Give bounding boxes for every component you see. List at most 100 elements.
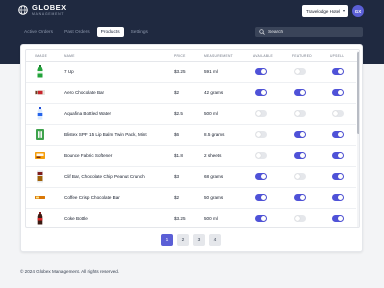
chocolate-bar-icon <box>35 90 45 95</box>
toggle-knob <box>300 195 305 200</box>
upsell-toggle[interactable] <box>332 173 344 180</box>
toggle-knob <box>338 132 343 137</box>
search-box[interactable] <box>255 27 363 37</box>
product-price: $2 <box>174 195 180 200</box>
table-row[interactable]: Aquafina Bottled Water $2.5 500 ml <box>26 104 356 125</box>
column-header-name: NAME <box>64 54 75 58</box>
page-button-1[interactable]: 1 <box>161 234 173 246</box>
upsell-toggle[interactable] <box>332 152 344 159</box>
product-price: $2 <box>174 90 180 95</box>
table-row[interactable]: Aero Chocolate Bar $2 42 grams <box>26 83 356 104</box>
featured-toggle[interactable] <box>294 152 306 159</box>
product-measurement: 8.5 grams <box>204 132 225 137</box>
column-header-featured: FEATURED <box>292 54 312 58</box>
fabric-softener-icon <box>35 152 45 159</box>
available-toggle[interactable] <box>255 152 267 159</box>
hotel-select-value: Travelodge Hotel <box>306 8 341 14</box>
search-icon <box>259 29 265 35</box>
scrollbar-thumb[interactable] <box>357 52 359 134</box>
table-row[interactable]: Coffee Crisp Chocolate Bar $2 50 grams <box>26 188 356 209</box>
brand[interactable]: GLOBEX MANAGEMENT <box>18 4 67 16</box>
available-toggle[interactable] <box>255 89 267 96</box>
lip-balm-icon <box>36 129 44 140</box>
upsell-toggle[interactable] <box>332 131 344 138</box>
toggle-knob <box>338 216 343 221</box>
product-name: Blistex SPF 15 Lip Balm Twin Pack, Mint <box>64 132 147 137</box>
avatar[interactable]: GX <box>352 5 364 17</box>
product-price: $6 <box>174 132 180 137</box>
product-measurement: 591 ml <box>204 69 218 74</box>
tab-active-orders[interactable]: Active Orders <box>20 27 57 37</box>
toggle-knob <box>261 174 266 179</box>
featured-toggle[interactable] <box>294 131 306 138</box>
featured-toggle[interactable] <box>294 89 306 96</box>
toggle-knob <box>300 153 305 158</box>
toggle-knob <box>256 132 261 137</box>
hotel-select[interactable]: Travelodge Hotel ▾ <box>302 5 348 17</box>
toggle-knob <box>295 216 300 221</box>
wafer-bar-icon <box>35 196 45 199</box>
search-input[interactable] <box>268 29 358 35</box>
toggle-knob <box>295 69 300 74</box>
upsell-toggle[interactable] <box>332 68 344 75</box>
available-toggle[interactable] <box>255 215 267 222</box>
product-name: Clif Bar, Chocolate Chip Peanut Crunch <box>64 174 145 179</box>
available-toggle[interactable] <box>255 194 267 201</box>
product-price: $3.25 <box>174 69 186 74</box>
table-scrollbar[interactable] <box>357 51 359 227</box>
7up-bottle-icon <box>37 65 43 78</box>
toggle-knob <box>261 216 266 221</box>
available-toggle[interactable] <box>255 110 267 117</box>
page-button-3[interactable]: 3 <box>193 234 205 246</box>
column-header-upsell: UPSELL <box>330 54 345 58</box>
featured-toggle[interactable] <box>294 194 306 201</box>
products-card: IMAGE NAME PRICE MEASUREMENT AVAILABLE F… <box>20 44 363 252</box>
toggle-knob <box>295 111 300 116</box>
product-measurement: 500 ml <box>204 111 218 116</box>
featured-toggle[interactable] <box>294 215 306 222</box>
column-header-measurement: MEASUREMENT <box>204 54 233 58</box>
table-row[interactable]: Bounce Fabric Softener $1.8 2 sheets <box>26 146 356 167</box>
featured-toggle[interactable] <box>294 68 306 75</box>
product-measurement: 2 sheets <box>204 153 222 158</box>
page-button-4[interactable]: 4 <box>209 234 221 246</box>
tab-settings[interactable]: Settings <box>127 27 152 37</box>
toggle-knob <box>261 90 266 95</box>
product-measurement: 42 grams <box>204 90 224 95</box>
product-name: 7 Up <box>64 69 74 74</box>
toggle-knob <box>338 195 343 200</box>
column-header-price: PRICE <box>174 54 186 58</box>
brand-name: GLOBEX <box>32 3 67 12</box>
tab-past-orders[interactable]: Past Orders <box>60 27 94 37</box>
upsell-toggle[interactable] <box>332 89 344 96</box>
toggle-knob <box>338 69 343 74</box>
upsell-toggle[interactable] <box>332 194 344 201</box>
toggle-knob <box>295 174 300 179</box>
toggle-knob <box>338 153 343 158</box>
toggle-knob <box>261 69 266 74</box>
table-row[interactable]: 7 Up $3.25 591 ml <box>26 62 356 83</box>
available-toggle[interactable] <box>255 131 267 138</box>
featured-toggle[interactable] <box>294 173 306 180</box>
upsell-toggle[interactable] <box>332 110 344 117</box>
product-measurement: 68 grams <box>204 174 224 179</box>
table-row[interactable]: Coke Bottle $3.25 500 ml <box>26 209 356 227</box>
table-row[interactable]: Clif Bar, Chocolate Chip Peanut Crunch $… <box>26 167 356 188</box>
tab-products[interactable]: Products <box>96 27 124 37</box>
page-button-2[interactable]: 2 <box>177 234 189 246</box>
available-toggle[interactable] <box>255 68 267 75</box>
upsell-toggle[interactable] <box>332 215 344 222</box>
toggle-knob <box>338 90 343 95</box>
product-name: Coffee Crisp Chocolate Bar <box>64 195 120 200</box>
product-name: Aero Chocolate Bar <box>64 90 105 95</box>
product-price: $2.5 <box>174 111 183 116</box>
brand-subtitle: MANAGEMENT <box>32 12 65 16</box>
product-name: Bounce Fabric Softener <box>64 153 113 158</box>
toggle-knob <box>256 111 261 116</box>
available-toggle[interactable] <box>255 173 267 180</box>
featured-toggle[interactable] <box>294 110 306 117</box>
table-row[interactable]: Blistex SPF 15 Lip Balm Twin Pack, Mint … <box>26 125 356 146</box>
toggle-knob <box>261 195 266 200</box>
column-header-available: AVAILABLE <box>253 54 273 58</box>
product-name: Aquafina Bottled Water <box>64 111 112 116</box>
